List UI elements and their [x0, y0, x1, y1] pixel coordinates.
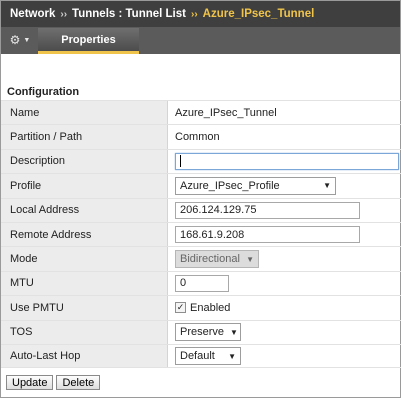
- chevron-down-icon: ▼: [230, 327, 238, 337]
- table-row: Mode Bidirectional ▼: [1, 246, 401, 271]
- tos-selected-value: Preserve: [180, 326, 225, 339]
- tab-bar: ⚙ ▼ Properties: [1, 27, 400, 54]
- delete-button[interactable]: Delete: [56, 375, 101, 390]
- mtu-field[interactable]: 0: [175, 274, 229, 292]
- auto-last-hop-select[interactable]: Default ▼: [175, 347, 241, 366]
- breadcrumb-network[interactable]: Network: [10, 8, 55, 20]
- text-caret: [180, 155, 181, 168]
- name-label: Name: [1, 101, 168, 125]
- mtu-label: MTU: [1, 271, 168, 296]
- tab-properties[interactable]: Properties: [38, 28, 139, 54]
- table-row: Remote Address 168.61.9.208: [1, 221, 401, 247]
- chevron-down-icon: ▼: [23, 36, 31, 44]
- mode-select: Bidirectional ▼: [175, 250, 259, 269]
- settings-menu-button[interactable]: ⚙ ▼: [5, 29, 35, 51]
- use-pmtu-checkbox[interactable]: ✓: [175, 302, 186, 314]
- remote-address-label: Remote Address: [1, 222, 168, 247]
- mode-label: Mode: [1, 247, 168, 271]
- table-row: Description: [1, 148, 401, 174]
- mode-selected-value: Bidirectional: [180, 253, 240, 266]
- table-row: TOS Preserve ▼: [1, 319, 401, 344]
- profile-selected-value: Azure_IPsec_Profile: [180, 179, 280, 192]
- profile-select[interactable]: Azure_IPsec_Profile ▼: [175, 176, 336, 195]
- action-buttons: Update Delete: [6, 375, 101, 390]
- chevron-down-icon: ▼: [246, 254, 254, 264]
- tos-select[interactable]: Preserve ▼: [175, 323, 241, 342]
- description-label: Description: [1, 149, 168, 174]
- update-button[interactable]: Update: [6, 375, 54, 390]
- auto-last-hop-label: Auto-Last Hop: [1, 344, 168, 368]
- section-title: Configuration: [7, 86, 80, 98]
- breadcrumb-current: Azure_IPsec_Tunnel: [202, 8, 315, 20]
- description-field[interactable]: [175, 152, 399, 170]
- chevron-down-icon: ▼: [323, 181, 331, 191]
- table-row: Local Address 206.124.129.75: [1, 197, 401, 222]
- table-row: Auto-Last Hop Default ▼: [1, 343, 401, 369]
- tos-label: TOS: [1, 320, 168, 344]
- table-row: Partition / Path Common: [1, 124, 401, 149]
- breadcrumb: Network ›› Tunnels : Tunnel List ›› Azur…: [1, 1, 400, 27]
- partition-label: Partition / Path: [1, 125, 168, 149]
- local-address-label: Local Address: [1, 198, 168, 222]
- local-address-field[interactable]: 206.124.129.75: [175, 201, 360, 219]
- use-pmtu-checkbox-label[interactable]: Enabled: [190, 302, 230, 314]
- profile-label: Profile: [1, 174, 168, 198]
- breadcrumb-separator: ››: [60, 8, 68, 20]
- breadcrumb-separator: ››: [190, 8, 198, 20]
- auto-last-hop-selected-value: Default: [180, 350, 215, 363]
- remote-address-field[interactable]: 168.61.9.208: [175, 226, 360, 244]
- gear-icon: ⚙: [9, 33, 21, 47]
- use-pmtu-label: Use PMTU: [1, 296, 168, 320]
- breadcrumb-tunnel-list[interactable]: Tunnels : Tunnel List: [72, 8, 186, 20]
- table-row: Profile Azure_IPsec_Profile ▼: [1, 173, 401, 198]
- chevron-down-icon: ▼: [228, 351, 236, 361]
- table-row: MTU 0: [1, 270, 401, 296]
- properties-table: Name Azure_IPsec_Tunnel Partition / Path…: [1, 100, 401, 369]
- name-value: Azure_IPsec_Tunnel: [175, 106, 277, 119]
- partition-value: Common: [175, 131, 220, 144]
- table-row: Name Azure_IPsec_Tunnel: [1, 100, 401, 125]
- table-row: Use PMTU ✓ Enabled: [1, 295, 401, 320]
